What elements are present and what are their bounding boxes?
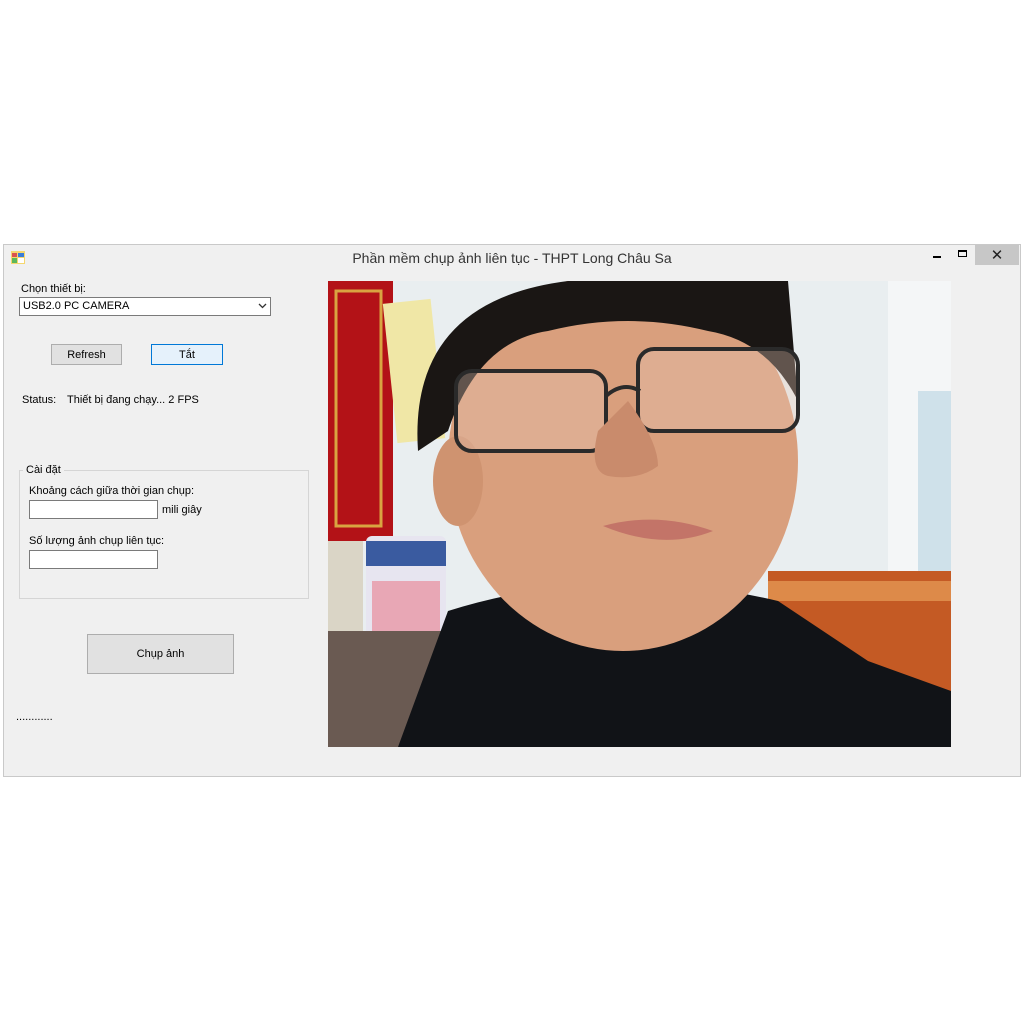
- camera-frame: [328, 281, 951, 747]
- count-label: Số lượng ảnh chụp liên tục:: [29, 535, 165, 547]
- device-select-value: USB2.0 PC CAMERA: [23, 300, 130, 312]
- interval-label: Khoảng cách giữa thời gian chụp:: [29, 485, 195, 497]
- app-window: Phần mềm chụp ảnh liên tục - THPT Long C…: [3, 244, 1021, 777]
- close-icon: ✕: [990, 247, 1004, 264]
- maximize-icon[interactable]: [950, 245, 976, 265]
- device-select[interactable]: USB2.0 PC CAMERA: [19, 297, 271, 316]
- close-button[interactable]: ✕: [975, 245, 1019, 265]
- status-value: Thiết bị đang chạy... 2 FPS: [67, 394, 199, 406]
- camera-preview: [328, 281, 951, 747]
- status-label: Status:: [22, 394, 57, 406]
- capture-button[interactable]: Chụp ảnh: [87, 634, 234, 674]
- settings-legend: Cài đặt: [23, 464, 64, 476]
- window-title: Phần mềm chụp ảnh liên tục - THPT Long C…: [352, 250, 672, 266]
- interval-input[interactable]: [29, 500, 158, 519]
- interval-unit: mili giây: [162, 504, 202, 516]
- count-input[interactable]: [29, 550, 158, 569]
- minimize-icon[interactable]: [924, 245, 950, 265]
- toggle-camera-button[interactable]: Tắt: [151, 344, 223, 365]
- device-label: Chọn thiết bị:: [21, 283, 86, 295]
- progress-text: ............: [16, 711, 53, 723]
- chevron-down-icon: [258, 303, 267, 309]
- title-bar[interactable]: Phần mềm chụp ảnh liên tục - THPT Long C…: [4, 245, 1020, 271]
- refresh-button[interactable]: Refresh: [51, 344, 122, 365]
